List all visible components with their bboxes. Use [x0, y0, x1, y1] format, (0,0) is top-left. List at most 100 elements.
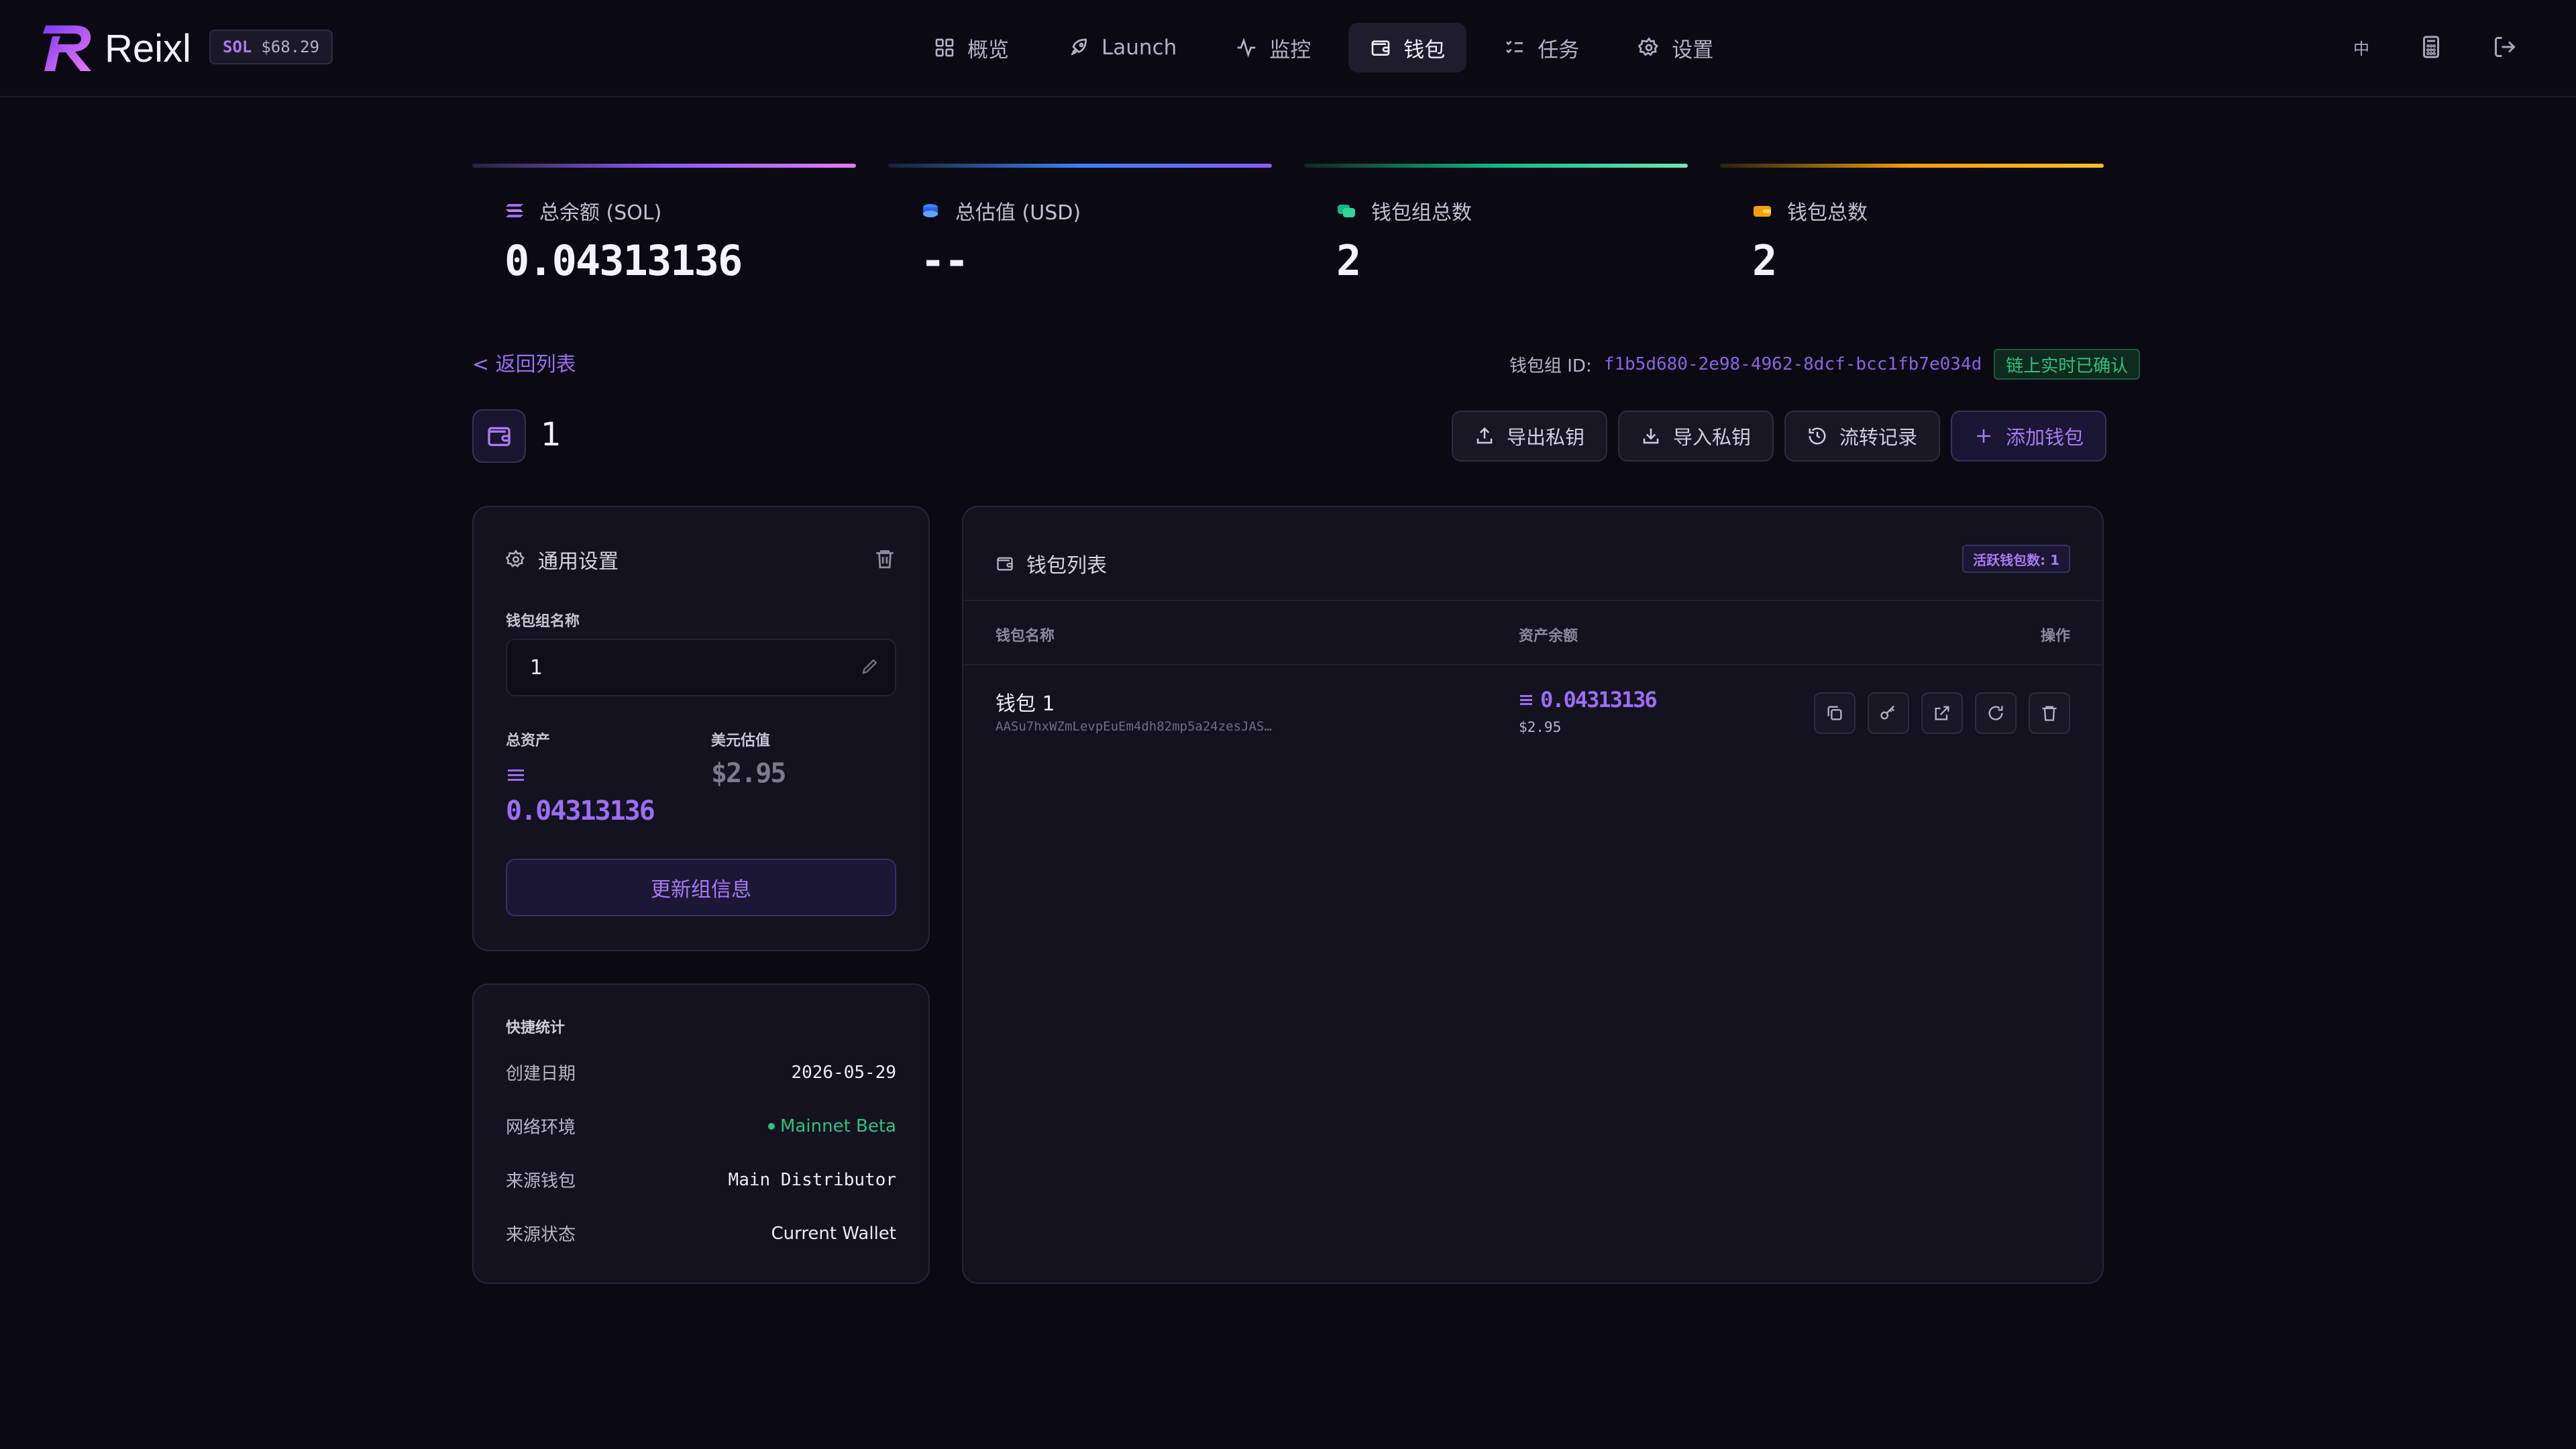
panel-title: 钱包列表	[1026, 554, 1107, 578]
main-nav: 概览 Launch 监控 钱包 任务 设置	[912, 23, 1735, 72]
nav-monitor[interactable]: 监控	[1214, 23, 1332, 72]
stat-card-group-count: 钱包组总数 2	[1304, 164, 1688, 291]
brand-name: Reixl	[105, 26, 191, 70]
stat-row-network: 网络环境 Mainnet Beta	[506, 1114, 896, 1138]
upload-icon	[1477, 427, 1493, 444]
wallet-icon	[488, 427, 511, 446]
button-label: 添加钱包	[2006, 426, 2084, 449]
general-settings-header: 通用设置	[506, 545, 619, 574]
row-value: 2026-05-29	[791, 1062, 896, 1083]
nav-label: 概览	[967, 38, 1009, 62]
update-group-button[interactable]: 更新组信息	[506, 859, 896, 916]
logo-mark-icon	[43, 25, 91, 71]
row-key: 创建日期	[506, 1064, 576, 1084]
divider	[963, 600, 2102, 601]
group-id-value[interactable]: f1b5d680-2e98-4962-8dcf-bcc1fb7e034d	[1604, 354, 1982, 374]
add-wallet-button[interactable]: 添加钱包	[1951, 411, 2107, 462]
nav-label: Launch	[1102, 36, 1177, 60]
open-explorer-button[interactable]	[1921, 692, 1963, 734]
nav-tasks[interactable]: 任务	[1483, 23, 1601, 72]
stat-label-row: 总估值 (USD)	[920, 196, 1081, 225]
usd-estimate-value: $2.95	[711, 758, 786, 789]
coins-icon	[923, 204, 938, 217]
export-keys-button[interactable]: 导出私钥	[1452, 411, 1608, 462]
list-checks-icon	[1506, 40, 1523, 54]
stat-row-source-wallet: 来源钱包 Main Distributor	[506, 1167, 896, 1192]
refresh-icon	[1988, 706, 2003, 720]
grid-icon	[935, 38, 954, 57]
quick-stats-title: 快捷统计	[506, 1020, 566, 1036]
nav-wallet[interactable]: 钱包	[1348, 23, 1467, 72]
group-name-value: 1	[530, 655, 543, 680]
solana-icon	[506, 204, 523, 217]
copy-icon	[1827, 706, 1842, 720]
row-value: Mainnet Beta	[780, 1116, 896, 1136]
total-assets-label: 总资产	[506, 733, 551, 749]
button-label: 导出私钥	[1507, 426, 1585, 449]
wallet-list-header: 钱包列表	[996, 549, 1107, 578]
row-value: Main Distributor	[728, 1169, 896, 1190]
wallet-usd-balance: $2.95	[1519, 719, 1562, 735]
stat-value: 2	[1752, 236, 1777, 285]
gear-icon	[1638, 37, 1659, 56]
nav-overview[interactable]: 概览	[912, 23, 1030, 72]
transfer-history-button[interactable]: 流转记录	[1784, 411, 1941, 462]
stat-label-row: 钱包组总数	[1336, 196, 1472, 225]
nav-label: 任务	[1538, 38, 1580, 62]
stat-row-created: 创建日期 2026-05-29	[506, 1060, 896, 1085]
network-status: Mainnet Beta	[768, 1116, 896, 1136]
button-label: 导入私钥	[1673, 426, 1752, 449]
group-id-label: 钱包组 ID:	[1509, 356, 1592, 376]
group-id-row: 钱包组 ID: f1b5d680-2e98-4962-8dcf-bcc1fb7e…	[1509, 349, 2141, 380]
wallet-address: AASu7hxWZmLevpEuEm4dh82mp5a24zesJAS…	[996, 719, 1272, 734]
back-to-list-link[interactable]: < 返回列表	[472, 347, 576, 377]
wallet-icon	[1371, 40, 1390, 56]
stat-value: 0.04313136	[504, 236, 743, 285]
stat-label-row: 总余额 (SOL)	[504, 196, 661, 225]
panel-title: 通用设置	[538, 550, 619, 574]
solana-icon	[508, 769, 524, 781]
delete-group-icon[interactable]	[873, 547, 896, 570]
stat-card-total-sol: 总余额 (SOL) 0.04313136	[472, 164, 856, 291]
language-toggle[interactable]: 中	[2347, 32, 2376, 62]
accent-line	[888, 164, 1272, 168]
group-name-input[interactable]: 1	[506, 639, 896, 696]
wallet-sol-balance: 0.04313136	[1519, 687, 1658, 712]
nav-settings[interactable]: 设置	[1617, 23, 1735, 72]
wallet-icon	[1754, 206, 1771, 217]
nav-launch[interactable]: Launch	[1046, 23, 1198, 72]
pencil-icon[interactable]	[860, 656, 880, 676]
gear-icon	[506, 549, 525, 568]
quick-stats-panel: 快捷统计 创建日期 2026-05-29 网络环境 Mainnet Beta 来…	[472, 983, 930, 1284]
nav-label: 监控	[1269, 38, 1311, 62]
status-dot	[768, 1122, 775, 1130]
column-header-balance: 资产余额	[1519, 628, 1578, 645]
nav-label: 设置	[1672, 38, 1714, 62]
import-keys-button[interactable]: 导入私钥	[1618, 411, 1774, 462]
chain-confirmed-badge: 链上实时已确认	[1994, 349, 2141, 380]
stat-card-wallet-count: 钱包总数 2	[1720, 164, 2104, 291]
wallets-icon	[1338, 205, 1355, 217]
sol-price-badge: SOL $68.29	[209, 30, 333, 64]
calculator-button[interactable]	[2416, 32, 2446, 62]
refresh-balance-button[interactable]	[1975, 692, 2017, 734]
stat-row-source-status: 来源状态 Current Wallet	[506, 1221, 896, 1246]
logout-button[interactable]	[2490, 32, 2520, 62]
view-key-button[interactable]	[1868, 692, 1909, 734]
row-key: 来源钱包	[506, 1171, 576, 1191]
group-icon	[472, 409, 526, 463]
column-header-actions: 操作	[2040, 628, 2070, 645]
brand-logo[interactable]: Reixl	[42, 23, 191, 74]
wallet-name: 钱包 1	[996, 692, 1055, 716]
group-title: 1	[541, 416, 561, 453]
rocket-icon	[1071, 38, 1087, 56]
copy-address-button[interactable]	[1814, 692, 1856, 734]
group-name-label: 钱包组名称	[506, 613, 580, 630]
total-sol-value: 0.04313136	[506, 796, 655, 826]
row-value: Current Wallet	[771, 1223, 896, 1244]
active-wallets-badge: 活跃钱包数: 1	[1962, 545, 2070, 573]
delete-wallet-button[interactable]	[2029, 692, 2070, 734]
key-icon	[1880, 705, 1894, 720]
usd-estimate-label: 美元估值	[711, 733, 771, 749]
stat-label-row: 钱包总数	[1752, 196, 1868, 225]
